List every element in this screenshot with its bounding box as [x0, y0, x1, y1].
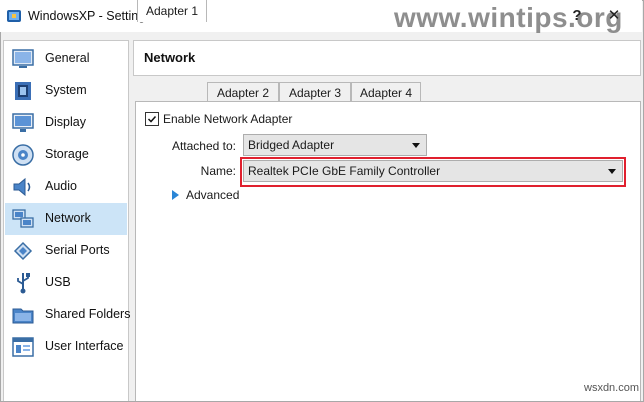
sidebar-item-usb[interactable]: USB [5, 267, 127, 299]
sidebar-item-storage[interactable]: Storage [5, 139, 127, 171]
virtualbox-app-icon [7, 10, 21, 22]
sidebar-item-general[interactable]: General [5, 43, 127, 75]
system-chip-icon [15, 82, 31, 100]
title-bar: WindowsXP - Settings www.wintips.org ? ✕ [0, 0, 642, 33]
tab-adapter-4[interactable]: Adapter 4 [351, 82, 421, 103]
close-button[interactable]: ✕ [594, 5, 634, 27]
sidebar-item-label: Storage [45, 147, 89, 161]
sidebar-item-system[interactable]: System [5, 75, 127, 107]
credit-text: wsxdn.com [584, 382, 640, 394]
chevron-down-icon [412, 143, 420, 148]
sidebar-item-label: Network [45, 211, 91, 225]
watermark: www.wintips.org [394, 2, 623, 33]
sidebar-item-label: Display [45, 115, 86, 129]
serial-port-icon [13, 241, 33, 261]
sidebar-item-label: User Interface [45, 339, 124, 353]
tab-adapter-2[interactable]: Adapter 2 [207, 82, 279, 103]
sidebar-item-display[interactable]: Display [5, 107, 127, 139]
checkmark-icon [147, 115, 157, 123]
sidebar-item-network[interactable]: Network [5, 203, 127, 235]
page-title: Network [144, 50, 196, 65]
sidebar-item-audio[interactable]: Audio [5, 171, 127, 203]
help-button[interactable]: ? [566, 5, 588, 27]
attached-to-select[interactable]: Bridged Adapter [243, 134, 427, 156]
sidebar-item-label: System [45, 83, 87, 97]
display-monitor-icon [12, 113, 34, 132]
sidebar-item-shared-folders[interactable]: Shared Folders [5, 299, 131, 331]
storage-disk-icon [12, 144, 34, 166]
audio-speaker-icon [13, 177, 31, 197]
enable-adapter-label: Enable Network Adapter [163, 112, 293, 126]
sidebar-item-label: Serial Ports [45, 243, 110, 257]
name-label: Name: [200, 164, 236, 178]
sidebar-item-serial-ports[interactable]: Serial Ports [5, 235, 127, 267]
attached-to-label: Attached to: [171, 139, 236, 153]
general-icon [12, 49, 34, 68]
adapter-name-value: Realtek PCIe GbE Family Controller [248, 164, 441, 178]
advanced-toggle[interactable]: Advanced [186, 188, 239, 202]
shared-folder-icon [12, 308, 34, 324]
sidebar-item-label: Audio [45, 179, 77, 193]
enable-adapter-checkbox[interactable] [145, 112, 159, 126]
sidebar-item-label: Shared Folders [45, 307, 131, 321]
tab-adapter-3[interactable]: Adapter 3 [279, 82, 351, 103]
sidebar-item-label: USB [45, 275, 71, 289]
chevron-down-icon [608, 169, 616, 174]
sidebar: General System Display Storage Audio Net… [3, 40, 131, 401]
attached-to-value: Bridged Adapter [248, 138, 335, 152]
window-title: WindowsXP - Settings [28, 9, 152, 23]
sidebar-item-user-interface[interactable]: User Interface [5, 331, 127, 363]
usb-icon [17, 273, 30, 294]
tab-adapter-1[interactable]: Adapter 1 [137, 0, 207, 22]
page-header: Network [133, 40, 641, 76]
user-interface-icon [12, 337, 34, 357]
expand-arrow-icon[interactable] [172, 190, 179, 200]
adapter-name-select[interactable]: Realtek PCIe GbE Family Controller [243, 160, 623, 182]
network-icon [12, 209, 34, 228]
sidebar-item-label: General [45, 51, 90, 65]
